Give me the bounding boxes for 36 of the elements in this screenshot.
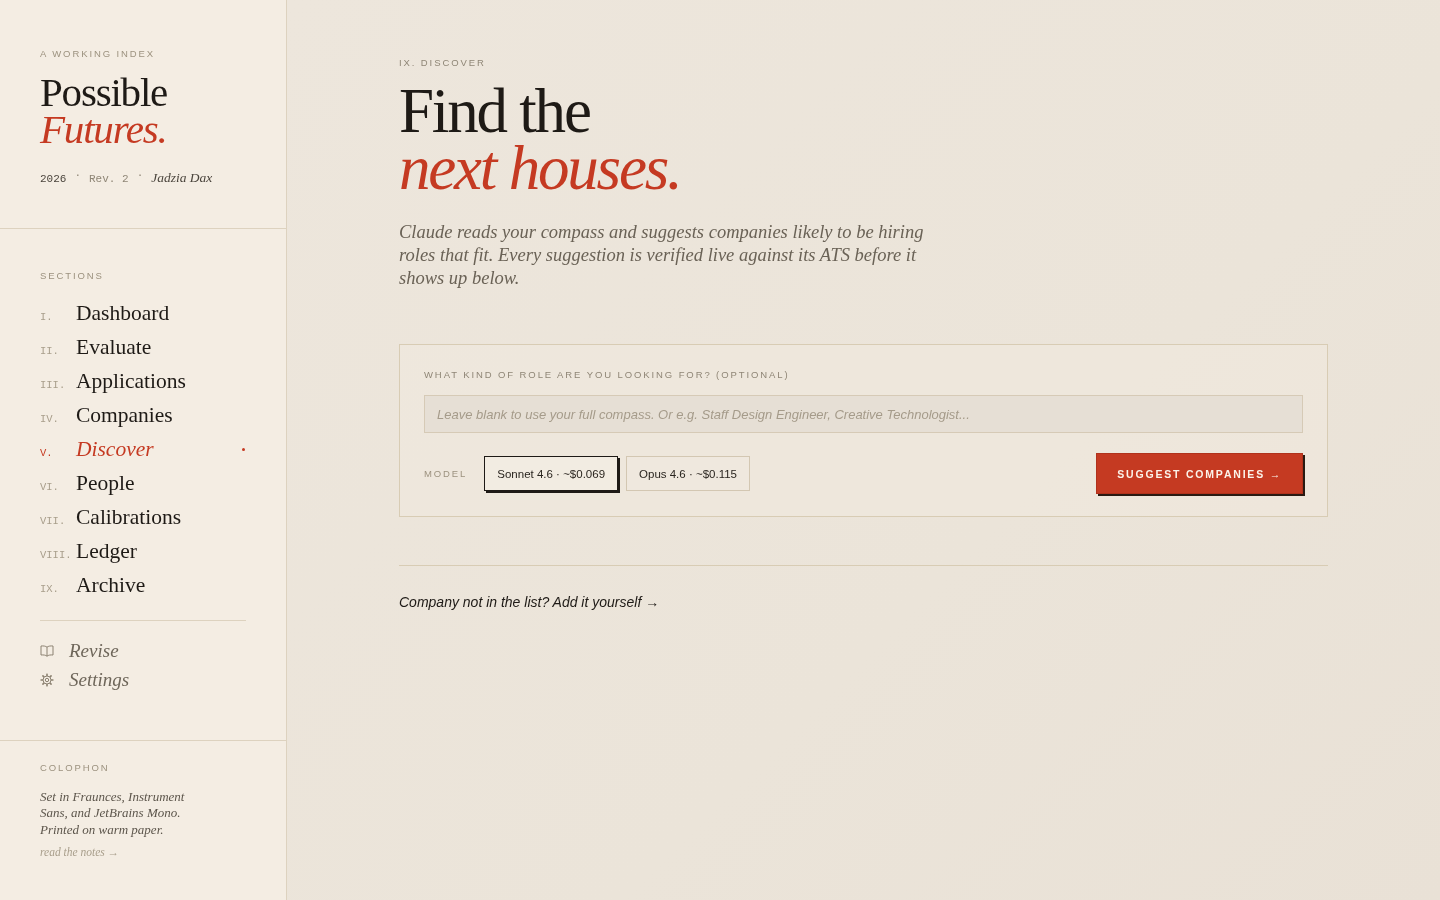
sections-label: SECTIONS [40,270,105,282]
colophon-text: Set in Fraunces, Instrument Sans, and JetBrains Mono. Printed on warm paper. [40,788,186,838]
role-field-label: WHAT KIND OF ROLE ARE YOU LOOKING FOR? (OPTIONAL) [424,369,791,381]
nav-item[interactable]: I. Dashboard [40,296,246,330]
settings-icon [40,672,54,687]
page-title-accent: next houses. [399,140,681,197]
nav-item[interactable]: VI. People [40,466,246,500]
active-dot-icon [242,447,245,451]
page-title: Find the [399,83,590,140]
author-name: Jadzia Dax [151,170,213,186]
nav-item[interactable]: V. Discover [40,432,246,466]
suggest-companies-button[interactable]: SUGGEST COMPANIES → [1096,453,1303,494]
brand-eyebrow: A WORKING INDEX [40,48,157,60]
app-title: Possible [40,74,169,111]
settings-link[interactable]: Settings [40,665,130,694]
intro-text: Claude reads your compass and suggests companies likely to be hiring roles that fit. Every suggestion is verified live against its ATS before it shows up below. [399,221,925,290]
role-input-field[interactable]: Leave blank to use your full compass. Or e.g. Staff Design Engineer, Creative Technologist... [424,395,1303,433]
separator-dot: · [136,169,144,181]
nav-item[interactable]: VII. Calibrations [40,500,246,534]
app-title-accent: Futures. [40,111,168,148]
year-label: 2026 [40,173,67,185]
nav-item[interactable]: II. Evaluate [40,330,246,364]
model-option[interactable]: Sonnet 4.6 · ~$0.069 [484,456,619,491]
separator-dot: · [74,169,81,181]
nav-item[interactable]: IX. Archive [40,568,246,602]
model-label: MODEL [424,467,468,480]
nav-item[interactable]: IV. Companies [40,398,246,432]
colophon-label: COLOPHON [40,761,111,774]
section-eyebrow: IX. DISCOVER [399,57,487,69]
add-company-link[interactable]: Company not in the list? Add it yourself → [399,594,660,610]
nav-item[interactable]: VIII. Ledger [40,534,246,568]
model-option[interactable]: Opus 4.6 · ~$0.115 [626,456,750,491]
nav-item[interactable]: III. Applications [40,364,246,398]
revise-link[interactable]: Revise [40,636,119,665]
revision-label: Rev. 2 [89,173,129,185]
book-icon [40,644,54,657]
